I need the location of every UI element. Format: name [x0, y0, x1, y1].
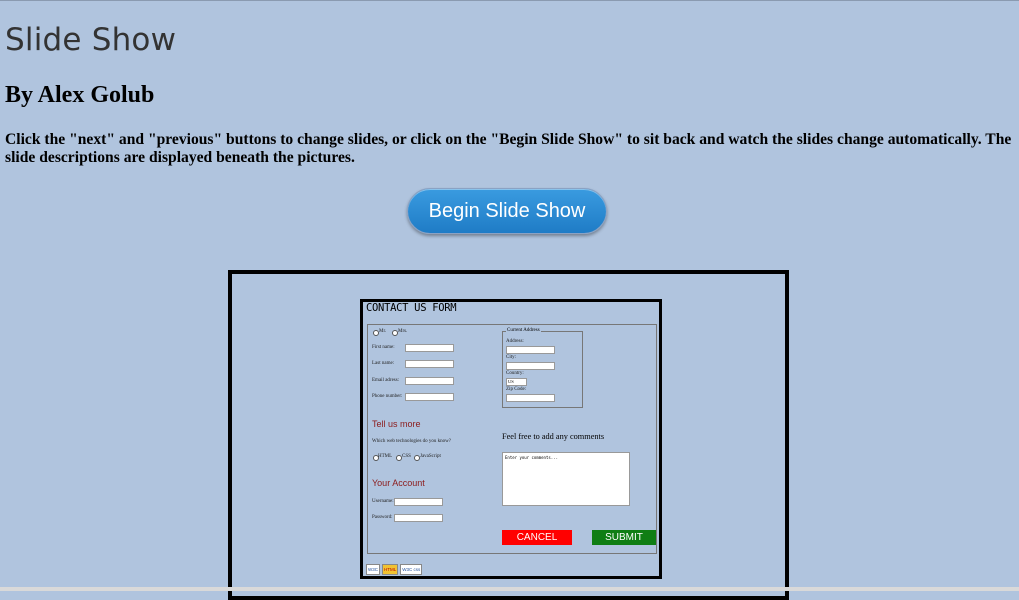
first-name-label: First name: — [372, 345, 395, 350]
address-label: Address: — [506, 339, 524, 344]
form-preview: Mr. Mrs. First name: Last name: Email ad… — [367, 324, 657, 554]
phone-label: Phone number: — [372, 394, 403, 399]
form-title: CONTACT US FORM — [366, 302, 457, 314]
username-field — [394, 498, 443, 506]
begin-slide-show-button[interactable]: Begin Slide Show — [407, 188, 607, 234]
address-fieldset: Current Address Address: City: Country: … — [502, 328, 583, 408]
first-name-field — [405, 344, 454, 352]
slide-frame: CONTACT US FORM Mr. Mrs. First name: Las… — [228, 270, 789, 600]
html-badge: HTML — [382, 563, 399, 575]
javascript-option-label: JavaScript — [420, 454, 441, 459]
country-label: Country: — [506, 371, 524, 376]
your-account-heading: Your Account — [372, 478, 425, 488]
username-label: Username: — [372, 499, 394, 504]
comments-label: Feel free to add any comments — [502, 432, 605, 441]
city-field — [506, 362, 555, 370]
password-label: Password: — [372, 515, 393, 520]
zip-field — [506, 394, 555, 402]
radio-mr-label: Mr. — [379, 329, 387, 334]
zip-label: Zip Code: — [506, 387, 527, 392]
tell-us-more-heading: Tell us more — [372, 419, 421, 429]
address-legend: Current Address — [506, 328, 541, 333]
email-field — [405, 377, 454, 385]
css-badge: W3C css — [400, 563, 423, 575]
last-name-label: Last name: — [372, 361, 395, 366]
radio-mrs-label: Mrs. — [398, 329, 408, 334]
page-title: Slide Show — [5, 22, 177, 58]
css-option-label: CSS — [402, 454, 411, 459]
last-name-field — [405, 360, 454, 368]
w3c-badge: W3C — [366, 563, 380, 575]
top-border — [0, 0, 1019, 1]
password-field — [394, 514, 443, 522]
phone-field — [405, 393, 454, 401]
email-label: Email adress: — [372, 378, 400, 383]
bottom-border — [0, 587, 1019, 591]
tech-question: Which web technologies do you know? — [372, 439, 452, 444]
country-select: US — [506, 378, 527, 386]
slide-image: CONTACT US FORM Mr. Mrs. First name: Las… — [360, 299, 662, 579]
author-byline: By Alex Golub — [5, 82, 155, 108]
intro-text: Click the "next" and "previous" buttons … — [5, 131, 1012, 166]
cancel-button: CANCEL — [502, 530, 572, 545]
address-field — [506, 346, 555, 354]
validation-badges: W3C HTML W3C css — [366, 563, 423, 575]
comments-textarea: Enter your comments... — [502, 452, 630, 506]
html-option-label: HTML — [378, 454, 393, 459]
submit-button: SUBMIT — [592, 530, 656, 545]
city-label: City: — [506, 355, 517, 360]
